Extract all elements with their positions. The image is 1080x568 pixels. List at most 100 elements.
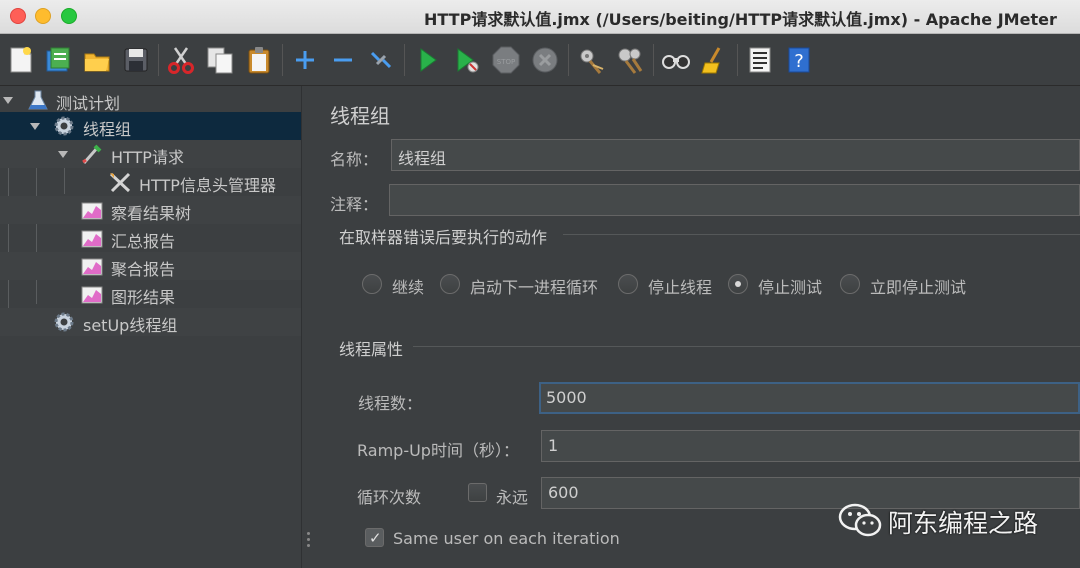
toolbar-separator <box>404 44 405 76</box>
window-titlebar: HTTP请求默认值.jmx (/Users/beiting/HTTP请求默认值.… <box>0 0 1080 34</box>
maximize-window-button[interactable] <box>61 8 77 24</box>
main-toolbar: STOP ? <box>0 34 1080 86</box>
collapse-all-button[interactable] <box>328 45 358 75</box>
panel-title: 线程组 <box>330 104 390 128</box>
radio-button[interactable] <box>840 274 860 294</box>
minimize-window-button[interactable] <box>35 8 51 24</box>
forever-checkbox[interactable] <box>468 483 487 502</box>
comment-field[interactable] <box>389 184 1080 216</box>
tree-item-label: 聚合报告 <box>111 260 176 279</box>
radio-label: 停止测试 <box>758 278 823 297</box>
start-no-pause-button[interactable] <box>452 45 482 75</box>
error-action-group-title: 在取样器错误后要执行的动作 <box>339 228 548 247</box>
radio-label: 启动下一进程循环 <box>470 278 599 297</box>
watermark-text: 阿东编程之路 <box>888 509 1039 538</box>
clear-all-button[interactable] <box>615 45 645 75</box>
test-plan-icon <box>26 89 50 111</box>
splitter-grip <box>307 544 310 547</box>
test-plan-tree: 测试计划 线程组 HTTP请求 HTTP信息头管理器 察看结果树 汇总报告 聚合… <box>0 86 301 568</box>
same-user-checkbox[interactable]: ✓ <box>365 528 384 547</box>
expand-all-icon <box>296 51 314 69</box>
tree-item-label: 图形结果 <box>111 288 176 307</box>
shutdown-icon <box>532 47 558 73</box>
start-icon <box>420 48 437 72</box>
listener-graph-icon <box>80 255 104 277</box>
tree-item-label: HTTP信息头管理器 <box>139 176 276 195</box>
tree-item-label: 察看结果树 <box>111 204 192 223</box>
same-user-label: Same user on each iteration <box>393 529 620 548</box>
cut-icon <box>168 47 194 74</box>
tree-item-label: 汇总报告 <box>111 232 176 251</box>
tree-item-summary-report[interactable]: 汇总报告 <box>0 224 301 252</box>
window-title: HTTP请求默认值.jmx (/Users/beiting/HTTP请求默认值.… <box>424 10 1057 29</box>
toolbar-separator <box>282 44 283 76</box>
checkmark-icon: ✓ <box>369 530 382 547</box>
radio-label: 停止线程 <box>648 278 713 297</box>
function-helper-button[interactable] <box>745 45 775 75</box>
paste-button[interactable] <box>244 45 274 75</box>
chevron-down-icon[interactable] <box>1 93 15 107</box>
thread-group-icon <box>52 311 76 333</box>
clear-button[interactable] <box>576 45 606 75</box>
save-button[interactable] <box>121 45 151 75</box>
pane-splitter[interactable] <box>301 86 315 568</box>
group-border <box>563 234 1080 235</box>
tree-item-http-request[interactable]: HTTP请求 <box>0 140 301 168</box>
copy-button[interactable] <box>205 45 235 75</box>
radio-button[interactable] <box>618 274 638 294</box>
stop-icon: STOP <box>492 46 520 74</box>
toggle-button[interactable] <box>366 45 396 75</box>
comment-label: 注释： <box>330 195 379 214</box>
radio-button[interactable] <box>440 274 460 294</box>
templates-icon <box>46 47 70 72</box>
reset-search-button[interactable] <box>699 45 729 75</box>
wechat-icon <box>838 503 882 537</box>
tree-item-http-header-manager[interactable]: HTTP信息头管理器 <box>0 168 301 196</box>
ramp-up-field[interactable]: 1 <box>541 430 1080 462</box>
new-button[interactable] <box>6 45 36 75</box>
search-button[interactable] <box>661 45 691 75</box>
open-button[interactable] <box>82 45 112 75</box>
radio-button[interactable] <box>362 274 382 294</box>
splitter-grip <box>307 532 310 535</box>
forever-label: 永远 <box>496 488 529 507</box>
toggle-icon <box>370 51 392 69</box>
name-field[interactable]: 线程组 <box>391 139 1080 171</box>
close-window-button[interactable] <box>10 8 26 24</box>
thread-count-field[interactable]: 5000 <box>539 382 1080 414</box>
tree-item-thread-group[interactable]: 线程组 <box>0 112 301 140</box>
tree-item-view-results-tree[interactable]: 察看结果树 <box>0 196 301 224</box>
save-icon <box>124 48 148 72</box>
watermark: 阿东编程之路 <box>838 502 1038 542</box>
start-button[interactable] <box>413 45 443 75</box>
clear-all-icon <box>618 48 643 74</box>
paste-icon <box>248 47 270 74</box>
thread-group-panel: 线程组 名称： 线程组 注释： 在取样器错误后要执行的动作 继续 启动下一进程循… <box>315 86 1080 568</box>
cut-button[interactable] <box>166 45 196 75</box>
tree-item-label: 线程组 <box>83 120 132 139</box>
stop-button[interactable]: STOP <box>491 45 521 75</box>
config-tools-icon <box>108 171 132 193</box>
tree-item-graph-results[interactable]: 图形结果 <box>0 280 301 308</box>
expand-all-button[interactable] <box>290 45 320 75</box>
reset-search-icon <box>701 47 721 74</box>
tree-item-test-plan[interactable]: 测试计划 <box>0 86 301 114</box>
ramp-up-label: Ramp-Up时间（秒）： <box>357 441 519 460</box>
radio-label: 继续 <box>392 278 425 297</box>
thread-count-label: 线程数： <box>358 394 423 413</box>
toolbar-separator <box>158 44 159 76</box>
tree-item-label: setUp线程组 <box>83 316 178 335</box>
svg-text:STOP: STOP <box>497 58 515 66</box>
shutdown-button[interactable] <box>530 45 560 75</box>
splitter-grip <box>307 538 310 541</box>
help-button[interactable]: ? <box>784 45 814 75</box>
templates-button[interactable] <box>43 45 73 75</box>
toolbar-separator <box>737 44 738 76</box>
copy-icon <box>207 47 233 74</box>
tree-item-aggregate-report[interactable]: 聚合报告 <box>0 252 301 280</box>
radio-button-selected[interactable] <box>728 274 748 294</box>
chevron-down-icon[interactable] <box>28 119 42 133</box>
chevron-down-icon[interactable] <box>56 147 70 161</box>
tree-item-setup-thread-group[interactable]: setUp线程组 <box>0 308 301 336</box>
help-icon: ? <box>788 47 810 73</box>
